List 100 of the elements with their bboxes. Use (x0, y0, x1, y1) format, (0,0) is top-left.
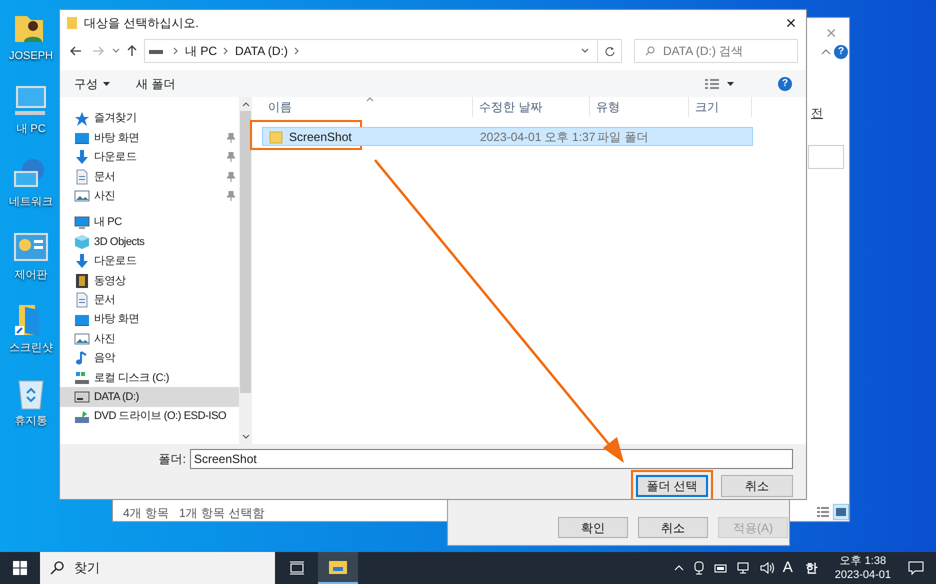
toolbar-button[interactable]: 구성 (74, 74, 110, 92)
scrollbar[interactable] (239, 97, 252, 444)
nav-item[interactable]: 로컬 디스크 (C:) (60, 368, 239, 388)
scrollbar-thumb[interactable] (240, 111, 251, 393)
chevron-down-icon (581, 48, 589, 54)
nav-item[interactable]: 다운로드 (60, 252, 239, 272)
field-label: 폴더: (158, 451, 186, 468)
dropdown-caret-icon (103, 82, 110, 86)
nav-item[interactable]: 바탕 화면 (60, 310, 239, 330)
picture-icon (74, 330, 90, 347)
nav-item[interactable]: 문서 (60, 167, 239, 187)
taskbar-search-field[interactable]: 찾기 (40, 552, 275, 584)
table-cell-text: 2023-04-01 오후 1:37 (480, 128, 596, 146)
nav-item[interactable]: DATA (D:) (60, 387, 239, 407)
down-arrow-icon (74, 149, 90, 166)
breadcrumb-item[interactable]: DATA (D:) (235, 42, 288, 60)
cube-icon (74, 234, 90, 250)
folder-icon (66, 16, 78, 30)
back-arrow-icon (70, 46, 82, 56)
chevron-right-icon (294, 47, 300, 55)
nav-item[interactable]: 사진 (60, 329, 239, 349)
nav-item[interactable]: 동영상 (60, 271, 239, 291)
collapse-chevron-icon (821, 49, 831, 55)
nav-item[interactable]: 음악 (60, 348, 239, 368)
help-button[interactable]: ? (778, 76, 792, 90)
column-header[interactable]: 크기 (695, 98, 719, 116)
nav-item[interactable]: 3D Objects (60, 232, 239, 252)
picture-icon (74, 188, 90, 204)
folder-icon (269, 130, 283, 144)
column-header[interactable]: 유형 (596, 98, 620, 116)
folder-icon (328, 559, 348, 575)
file-row[interactable]: ScreenShot 2023-04-01 오후 1:37 파일 폴더 (262, 127, 753, 146)
clock-date: 2023-04-01 (834, 568, 891, 582)
document-icon (74, 168, 90, 185)
pin-icon (227, 191, 235, 202)
close-button[interactable]: × (776, 13, 806, 33)
column-header[interactable]: 수정한 날짜 (479, 98, 542, 116)
search-field[interactable]: DATA (D:) 검색 (634, 39, 798, 63)
clock[interactable]: 오후 1:38 2023-04-01 (834, 554, 891, 582)
dialog-button[interactable]: 취소 (638, 517, 708, 538)
search-icon (50, 561, 64, 575)
window-title: 대상을 선택하십시오. (84, 15, 199, 32)
language-indicator[interactable]: 한 (806, 559, 818, 577)
sort-ascending-icon (366, 97, 374, 102)
windows-logo-icon (13, 561, 27, 575)
large-icons-view-icon (833, 504, 849, 520)
network-monitor-icon (736, 562, 751, 574)
down-arrow-icon (74, 253, 90, 270)
hard-drive-icon (74, 389, 90, 406)
search-icon (645, 46, 655, 56)
breadcrumb-item[interactable]: 내 PC (185, 42, 218, 60)
chevron-right-icon (223, 47, 230, 55)
forward-arrow-icon (92, 46, 104, 56)
nav-item[interactable]: 다운로드 (60, 148, 239, 168)
nav-item[interactable]: 바탕 화면 (60, 128, 239, 148)
hard-drive-icon (74, 370, 90, 386)
dropdown-caret-icon (727, 82, 734, 86)
disc-drive-icon (74, 408, 90, 425)
refresh-icon (604, 46, 614, 56)
taskbar-app-button[interactable] (318, 552, 358, 584)
dialog-button[interactable]: 폴더 선택 (636, 475, 708, 497)
document-icon (74, 292, 90, 308)
pin-icon (227, 152, 235, 162)
pin-icon (227, 133, 235, 144)
clock-time: 오후 1:38 (840, 554, 886, 568)
dialog-button[interactable]: 취소 (721, 475, 793, 497)
nav-item[interactable]: 사진 (60, 186, 239, 206)
nav-item[interactable]: DVD 드라이브 (O:) ESD-ISO (60, 406, 239, 426)
nav-item[interactable]: 즐겨찾기 (60, 109, 239, 128)
help-button[interactable]: ? (834, 45, 848, 59)
status-text: 4개 항목 (123, 505, 170, 522)
speaker-icon (760, 562, 774, 574)
details-view-icon (705, 78, 719, 90)
film-icon (74, 272, 90, 289)
input-mode-indicator[interactable]: A (782, 556, 793, 580)
task-view-icon (289, 561, 305, 575)
scroll-down-icon (242, 434, 250, 439)
address-bar[interactable]: 내 PC DATA (D:) (144, 39, 622, 63)
status-text: 1개 항목 선택함 (179, 505, 264, 522)
up-arrow-icon (127, 45, 137, 57)
details-view-icon (817, 506, 829, 518)
dialog-button[interactable]: 확인 (558, 517, 628, 538)
folder-name-field[interactable]: ScreenShot (190, 449, 793, 469)
computer-icon (74, 214, 90, 231)
pin-icon (227, 172, 235, 182)
column-header[interactable]: 이름 (268, 98, 292, 116)
nav-item[interactable]: 내 PC (60, 212, 239, 232)
chevron-up-icon (674, 565, 684, 571)
view-options-button[interactable] (705, 78, 734, 90)
search-placeholder: 찾기 (74, 559, 100, 578)
drive-icon (149, 47, 163, 55)
toolbar-button[interactable]: 새 폴더 (136, 74, 176, 92)
star-icon (74, 110, 90, 127)
ribbon-label: 전 (811, 105, 823, 122)
chevron-right-icon (173, 47, 179, 55)
table-cell-text: 파일 폴더 (597, 128, 648, 146)
chevron-down-icon (112, 48, 120, 54)
text-field[interactable] (808, 145, 844, 169)
nav-item[interactable]: 문서 (60, 290, 239, 310)
notification-icon (908, 561, 924, 575)
